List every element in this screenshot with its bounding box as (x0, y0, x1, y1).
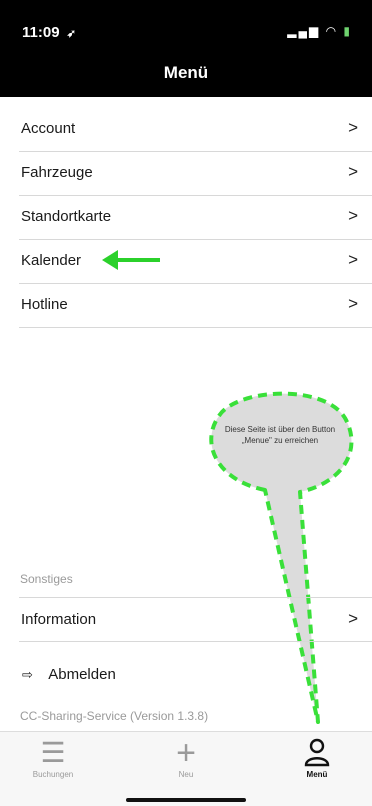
menu-list: Account > Fahrzeuge > Standortkarte > Ka… (0, 108, 372, 328)
section-label-other: Sonstiges (20, 572, 73, 586)
chevron-right-icon: > (348, 294, 358, 313)
app-header: 11:09 ➶ ▂▄▆ ◠ ▮ Menü (0, 0, 372, 97)
logout-label: Abmelden (48, 666, 116, 683)
menu-item-label: Account (21, 120, 76, 137)
chevron-right-icon: > (348, 118, 358, 137)
battery-icon: ▮ (343, 24, 352, 38)
tab-label: Menü (306, 770, 328, 779)
page-title: Menü (163, 63, 209, 82)
menu-item-information[interactable]: Information > (19, 597, 372, 642)
person-icon (277, 738, 357, 768)
menu-item-calendar[interactable]: Kalender > (19, 240, 372, 284)
chevron-right-icon: > (348, 162, 358, 181)
logout-button[interactable]: ⇨ Abmelden (22, 666, 116, 683)
status-icons: ▂▄▆ ◠ ▮ (287, 24, 352, 38)
menu-item-label: Information (21, 611, 97, 628)
menu-item-location-map[interactable]: Standortkarte > (19, 196, 372, 240)
location-icon: ➶ (66, 28, 76, 40)
tab-bookings[interactable]: ☰ Buchungen (13, 737, 93, 780)
home-indicator (126, 798, 246, 802)
status-time-text: 11:09 (22, 24, 60, 41)
tab-label: Buchungen (32, 770, 74, 779)
plus-icon: + (176, 734, 196, 772)
tab-menu[interactable]: Menü (277, 738, 357, 779)
menu-item-label: Standortkarte (21, 208, 112, 225)
tab-bar: ☰ Buchungen + Neu Menü (0, 731, 372, 806)
menu-item-account[interactable]: Account > (19, 108, 372, 152)
signal-icon: ▂▄▆ (287, 24, 321, 38)
annotation-arrow-icon (102, 250, 160, 270)
callout-text: Diese Seite ist über den Button „Menue" … (224, 425, 336, 445)
wifi-icon: ◠ (325, 24, 339, 38)
tab-new[interactable]: + Neu (146, 734, 226, 779)
chevron-right-icon: > (348, 206, 358, 225)
menu-item-label: Hotline (21, 296, 68, 313)
menu-item-vehicles[interactable]: Fahrzeuge > (19, 152, 372, 196)
menu-item-label: Kalender (21, 252, 82, 269)
menu-item-hotline[interactable]: Hotline > (19, 284, 372, 328)
chevron-right-icon: > (348, 250, 358, 269)
list-icon: ☰ (40, 737, 66, 768)
menu-item-label: Fahrzeuge (21, 164, 93, 181)
version-text: CC-Sharing-Service (Version 1.3.8) (20, 709, 209, 723)
logout-icon: ⇨ (22, 667, 33, 682)
status-time: 11:09 ➶ (22, 24, 76, 41)
chevron-right-icon: > (348, 609, 358, 628)
tab-label: Neu (178, 770, 194, 779)
